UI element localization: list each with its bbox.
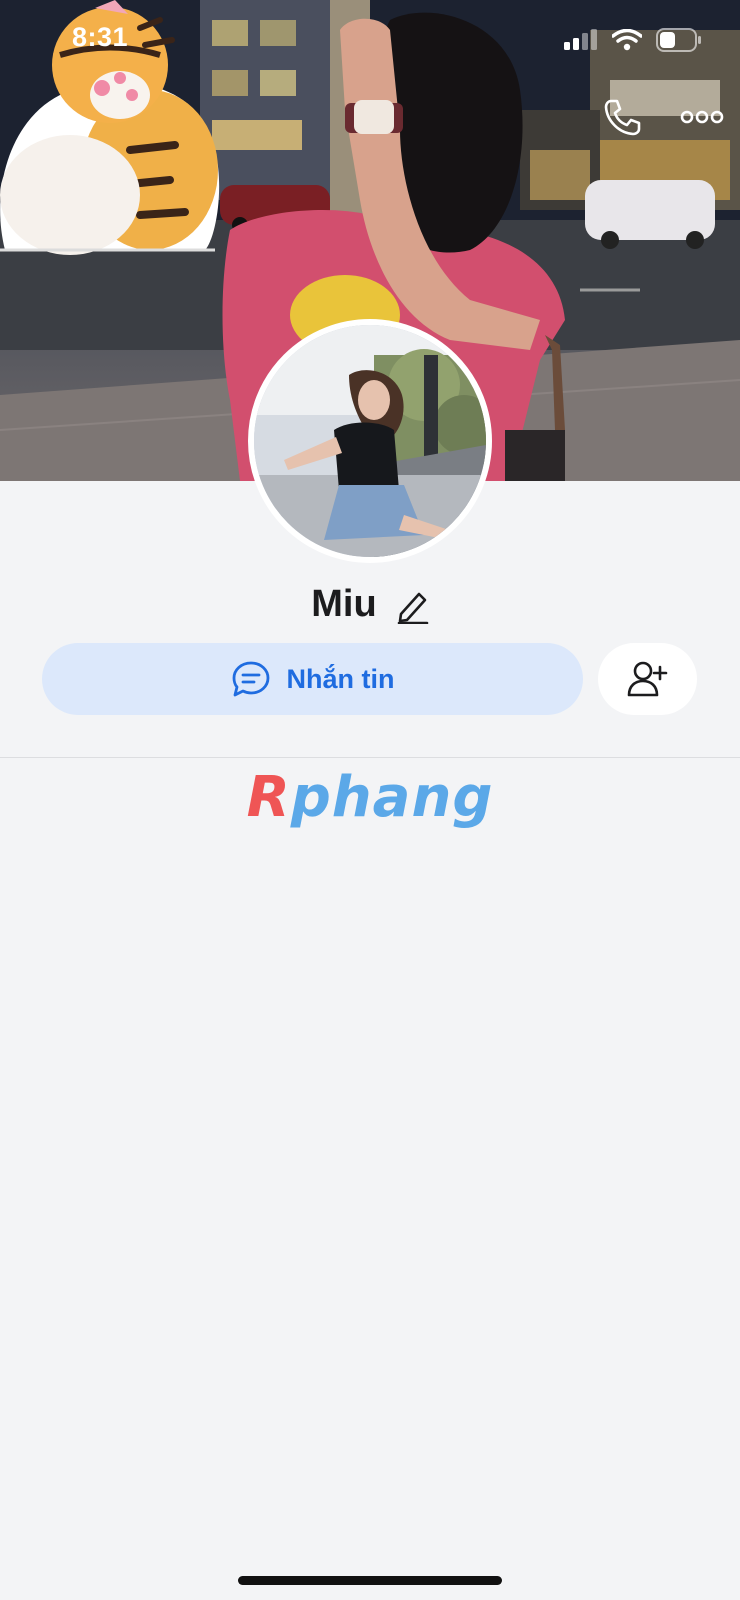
profile-name: Miu [311, 583, 377, 625]
message-button[interactable]: Nhắn tin [42, 643, 583, 715]
phone-icon [604, 99, 641, 136]
watermark-logo: Rphang [0, 765, 740, 830]
status-icons [564, 28, 702, 52]
home-indicator[interactable] [238, 1576, 502, 1585]
more-horizontal-icon [680, 110, 724, 124]
watermark-first-letter: R [246, 765, 291, 830]
profile-name-row: Miu [0, 583, 740, 626]
cellular-signal-icon [564, 29, 597, 50]
message-button-label: Nhắn tin [286, 663, 395, 694]
more-options-button[interactable] [680, 106, 724, 128]
wifi-icon [612, 29, 642, 51]
chevron-left-icon [34, 104, 52, 136]
avatar-photo [254, 325, 486, 557]
section-divider [0, 757, 740, 758]
watermark-rest: phang [290, 765, 494, 830]
status-time: 8:31 [72, 22, 129, 52]
profile-avatar[interactable] [248, 319, 492, 563]
add-friend-button[interactable] [598, 643, 697, 715]
pencil-icon[interactable] [395, 586, 429, 624]
back-button[interactable] [26, 100, 60, 140]
chat-bubble-icon [232, 661, 269, 697]
call-button[interactable] [602, 97, 642, 137]
user-plus-icon [627, 661, 667, 697]
battery-icon [656, 28, 701, 52]
